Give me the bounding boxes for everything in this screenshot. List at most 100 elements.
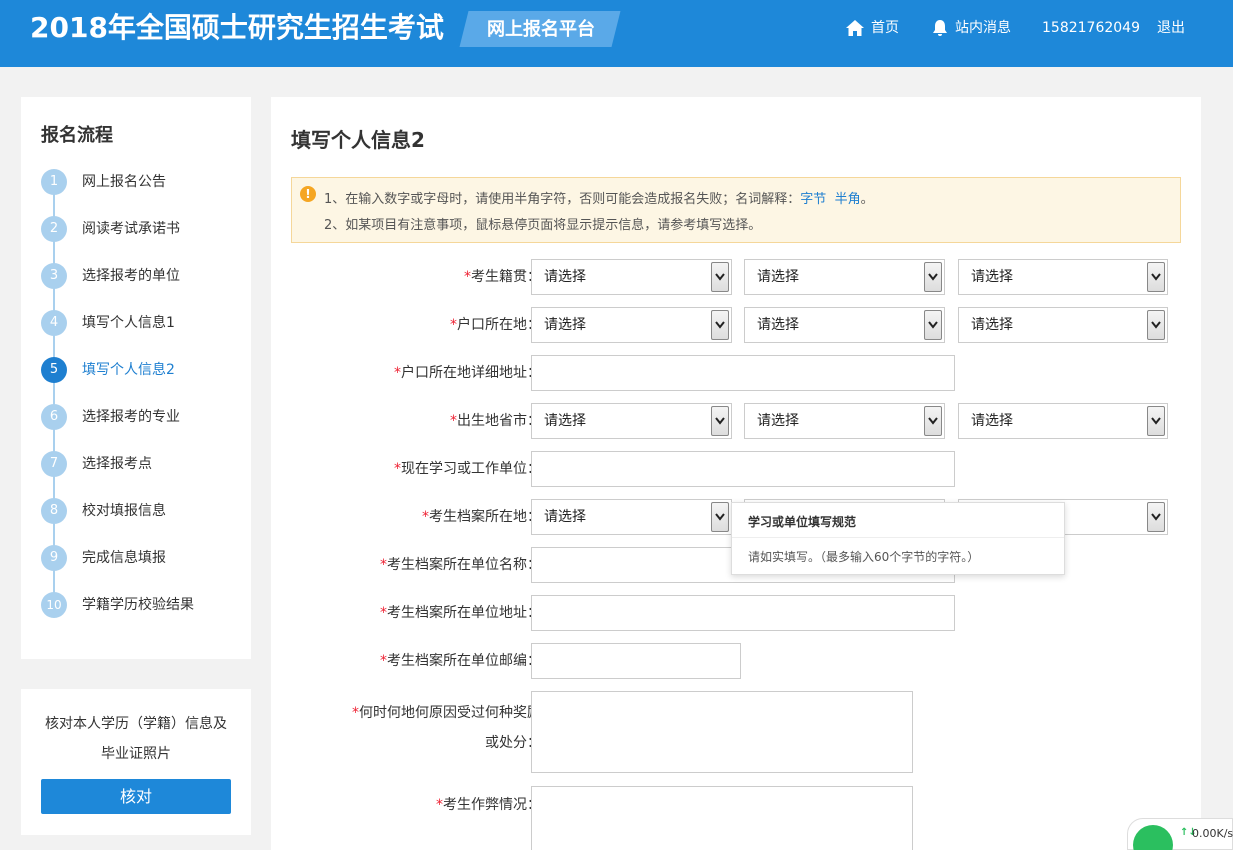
birth-province-select[interactable]: 请选择 bbox=[531, 403, 732, 439]
sidebar-title: 报名流程 bbox=[41, 125, 113, 146]
step-label: 阅读考试承诺书 bbox=[82, 221, 180, 237]
nav-messages-label: 站内消息 bbox=[955, 20, 1011, 36]
chevron-down-icon bbox=[711, 406, 729, 436]
step-label: 填写个人信息2 bbox=[82, 362, 175, 378]
chevron-down-icon bbox=[1147, 502, 1165, 532]
current-unit-input[interactable] bbox=[531, 451, 955, 487]
native-county-select[interactable]: 请选择 bbox=[958, 259, 1168, 295]
user-phone[interactable]: 15821762049 bbox=[1042, 16, 1140, 40]
archive-province-select[interactable]: 请选择 bbox=[531, 499, 732, 535]
process-sidebar: 报名流程 1 网上报名公告 2 阅读考试承诺书 3 选择报考的单位 4 填写个人… bbox=[21, 97, 251, 659]
step-number: 10 bbox=[41, 592, 67, 618]
notice-box: ! 1、在输入数字或字母时，请使用半角字符，否则可能会造成报名失败；名词解释：字… bbox=[291, 177, 1181, 243]
current-unit-label: *现在学习或工作单位： bbox=[394, 461, 541, 477]
archive-location-label: *考生档案所在地： bbox=[422, 509, 541, 525]
archive-unit-zip-label: *考生档案所在单位邮编： bbox=[380, 653, 541, 669]
chevron-down-icon bbox=[1147, 406, 1165, 436]
step-number: 7 bbox=[41, 451, 67, 477]
native-province-select[interactable]: 请选择 bbox=[531, 259, 732, 295]
hover-tooltip: 学习或单位填写规范 请如实填写。（最多输入60个字节的字符。） bbox=[731, 502, 1065, 575]
step-number: 4 bbox=[41, 310, 67, 336]
chevron-down-icon bbox=[1147, 262, 1165, 292]
step-item[interactable]: 7 选择报考点 bbox=[41, 451, 241, 477]
chevron-down-icon bbox=[711, 502, 729, 532]
archive-unit-address-label: *考生档案所在单位地址： bbox=[380, 605, 541, 621]
verify-description: 核对本人学历（学籍）信息及 毕业证照片 bbox=[21, 709, 251, 769]
birth-county-select[interactable]: 请选择 bbox=[958, 403, 1168, 439]
step-label: 填写个人信息1 bbox=[82, 315, 175, 331]
step-item[interactable]: 3 选择报考的单位 bbox=[41, 263, 241, 289]
step-item[interactable]: 8 校对填报信息 bbox=[41, 498, 241, 524]
bell-icon bbox=[933, 20, 947, 36]
nav-home-label: 首页 bbox=[871, 20, 899, 36]
cheating-textarea[interactable] bbox=[531, 786, 913, 850]
network-rate: 0.00K/s bbox=[1192, 827, 1233, 840]
native-city-select[interactable]: 请选择 bbox=[744, 259, 945, 295]
cheating-label: *考生作弊情况： bbox=[436, 797, 541, 813]
hukou-location-label: *户口所在地： bbox=[450, 317, 541, 333]
hukou-city-select[interactable]: 请选择 bbox=[744, 307, 945, 343]
verify-text-line1: 核对本人学历（学籍）信息及 bbox=[45, 716, 227, 732]
chevron-down-icon bbox=[711, 262, 729, 292]
step-item[interactable]: 1 网上报名公告 bbox=[41, 169, 241, 195]
hukou-province-select[interactable]: 请选择 bbox=[531, 307, 732, 343]
notice-line1-text: 1、在输入数字或字母时，请使用半角字符，否则可能会造成报名失败；名词解释： bbox=[324, 192, 801, 207]
hukou-address-label: *户口所在地详细地址： bbox=[394, 365, 541, 381]
step-label: 选择报考的单位 bbox=[82, 268, 180, 284]
verify-panel: 核对本人学历（学籍）信息及 毕业证照片 核对 bbox=[21, 689, 251, 835]
chevron-down-icon bbox=[924, 262, 942, 292]
step-item-active[interactable]: 5 填写个人信息2 bbox=[41, 357, 241, 383]
step-label: 网上报名公告 bbox=[82, 174, 166, 190]
step-number: 1 bbox=[41, 169, 67, 195]
verify-text-line2: 毕业证照片 bbox=[101, 746, 171, 762]
step-label: 选择报考的专业 bbox=[82, 409, 180, 425]
steps-connector-line bbox=[53, 182, 55, 602]
step-number: 8 bbox=[41, 498, 67, 524]
network-speed-widget[interactable]: ↑↓ 0.00K/s bbox=[1127, 818, 1233, 850]
archive-unit-name-label: *考生档案所在单位名称： bbox=[380, 557, 541, 573]
top-header: 2018年全国硕士研究生招生考试 网上报名平台 首页 站内消息 15821762… bbox=[0, 0, 1233, 67]
step-item[interactable]: 2 阅读考试承诺书 bbox=[41, 216, 241, 242]
halfwidth-link[interactable]: 半角 bbox=[835, 192, 861, 207]
rewards-label: *何时何地何原因受过何种奖励 或处分： bbox=[352, 705, 541, 751]
archive-unit-zip-input[interactable] bbox=[531, 643, 741, 679]
hukou-county-select[interactable]: 请选择 bbox=[958, 307, 1168, 343]
step-item[interactable]: 9 完成信息填报 bbox=[41, 545, 241, 571]
step-item[interactable]: 6 选择报考的专业 bbox=[41, 404, 241, 430]
step-label: 选择报考点 bbox=[82, 456, 152, 472]
nav-messages-link[interactable]: 站内消息 bbox=[931, 16, 1011, 40]
chevron-down-icon bbox=[924, 310, 942, 340]
archive-unit-address-input[interactable] bbox=[531, 595, 955, 631]
step-item[interactable]: 4 填写个人信息1 bbox=[41, 310, 241, 336]
platform-badge: 网上报名平台 bbox=[487, 19, 595, 40]
verify-button[interactable]: 核对 bbox=[41, 779, 231, 814]
native-place-label: *考生籍贯： bbox=[464, 269, 541, 285]
tooltip-body: 请如实填写。（最多输入60个字节的字符。） bbox=[748, 550, 980, 564]
birthplace-label: *出生地省市： bbox=[450, 413, 541, 429]
tooltip-title: 学习或单位填写规范 bbox=[748, 515, 857, 529]
hukou-address-input[interactable] bbox=[531, 355, 955, 391]
wifi-icon bbox=[1133, 825, 1173, 850]
logout-link[interactable]: 退出 bbox=[1157, 16, 1185, 40]
step-item[interactable]: 10 学籍学历校验结果 bbox=[41, 592, 241, 618]
nav-home-link[interactable]: 首页 bbox=[845, 16, 899, 40]
chevron-down-icon bbox=[1147, 310, 1165, 340]
tooltip-divider bbox=[732, 537, 1064, 538]
notice-line-1: 1、在输入数字或字母时，请使用半角字符，否则可能会造成报名失败；名词解释：字节 … bbox=[324, 188, 874, 207]
step-label: 完成信息填报 bbox=[82, 550, 166, 566]
notice-line1-suffix: 。 bbox=[860, 192, 874, 207]
step-number: 3 bbox=[41, 263, 67, 289]
step-number: 5 bbox=[41, 357, 67, 383]
chevron-down-icon bbox=[924, 406, 942, 436]
byte-link[interactable]: 字节 bbox=[800, 192, 826, 207]
step-number: 2 bbox=[41, 216, 67, 242]
warning-icon: ! bbox=[300, 186, 316, 202]
rewards-textarea[interactable] bbox=[531, 691, 913, 773]
step-number: 6 bbox=[41, 404, 67, 430]
notice-line-2: 2、如某项目有注意事项，鼠标悬停页面将显示提示信息，请参考填写选择。 bbox=[324, 218, 762, 233]
birth-city-select[interactable]: 请选择 bbox=[744, 403, 945, 439]
step-label: 校对填报信息 bbox=[82, 503, 166, 519]
step-number: 9 bbox=[41, 545, 67, 571]
home-icon bbox=[846, 20, 864, 36]
page-title: 填写个人信息2 bbox=[291, 128, 425, 152]
